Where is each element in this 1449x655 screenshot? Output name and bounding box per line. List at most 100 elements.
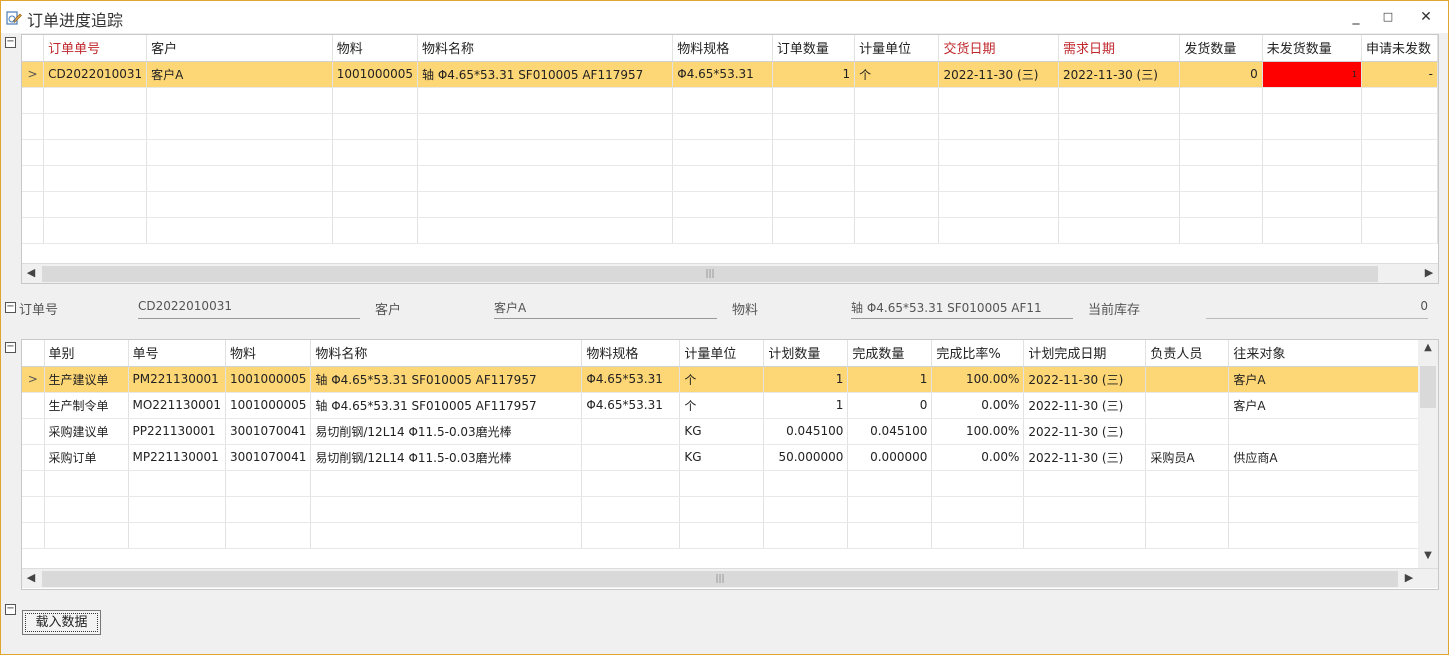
spec-cell[interactable] — [581, 418, 681, 445]
plan-date-cell[interactable]: 2022-11-30 (三) — [1023, 418, 1147, 445]
material-cell[interactable]: 1001000005 — [225, 366, 312, 393]
scroll-thumb[interactable]: ||| — [42, 266, 1378, 282]
material-cell[interactable]: 3001070041 — [225, 418, 312, 445]
spec-cell[interactable]: Φ4.65*53.31 — [581, 366, 681, 393]
plan-date-cell[interactable]: 2022-11-30 (三) — [1023, 392, 1147, 419]
table-row[interactable]: 采购订单 MP221130001 3001070041 易切削钢/12L14 Φ… — [22, 444, 1426, 471]
no-cell[interactable]: PP221130001 — [128, 418, 227, 445]
column-header[interactable]: 未发货数量 — [1262, 35, 1362, 62]
plan-qty-cell[interactable]: 1 — [763, 366, 849, 393]
plan-date-cell[interactable]: 2022-11-30 (三) — [1023, 366, 1147, 393]
plan-qty-cell[interactable]: 1 — [763, 392, 849, 419]
unit-cell[interactable]: KG — [679, 418, 765, 445]
unit-cell[interactable]: 个 — [854, 61, 940, 88]
owner-cell[interactable] — [1145, 392, 1230, 419]
material-name-cell[interactable]: 易切削钢/12L14 Φ11.5-0.03磨光棒 — [310, 418, 583, 445]
scroll-down-icon[interactable]: ▼ — [1420, 550, 1436, 561]
column-header[interactable]: 完成数量 — [847, 340, 933, 367]
scroll-left-icon[interactable]: ◀ — [24, 571, 38, 584]
column-header[interactable]: 物料规格 — [672, 35, 773, 62]
type-cell[interactable]: 采购订单 — [44, 444, 129, 471]
stock-field[interactable]: 0 — [1206, 297, 1428, 319]
ratio-cell[interactable]: 100.00% — [931, 366, 1025, 393]
column-header[interactable]: 物料 — [332, 35, 419, 62]
qty-cell[interactable]: 1 — [772, 61, 856, 88]
customer-field[interactable]: 客户A — [494, 297, 717, 319]
spec-cell[interactable]: Φ4.65*53.31 — [581, 392, 681, 419]
scroll-right-icon[interactable]: ▶ — [1402, 571, 1416, 584]
progress-vscrollbar[interactable]: ▲ ▼ — [1418, 340, 1438, 568]
type-cell[interactable]: 生产制令单 — [44, 392, 129, 419]
column-header[interactable]: 客户 — [146, 35, 333, 62]
column-header[interactable]: 单别 — [44, 340, 129, 367]
minus-box-icon[interactable]: − — [5, 37, 16, 48]
done-qty-cell[interactable]: 1 — [847, 366, 933, 393]
demand-date-cell[interactable]: 2022-11-30 (三) — [1058, 61, 1181, 88]
table-row[interactable]: 生产制令单 MO221130001 1001000005 轴 Φ4.65*53.… — [22, 392, 1426, 419]
column-header[interactable]: 完成比率% — [931, 340, 1025, 367]
material-name-cell[interactable]: 易切削钢/12L14 Φ11.5-0.03磨光棒 — [310, 444, 583, 471]
load-data-button[interactable]: 载入数据 — [22, 610, 101, 635]
partner-cell[interactable]: 供应商A — [1228, 444, 1426, 471]
partner-cell[interactable]: 客户A — [1228, 392, 1426, 419]
ratio-cell[interactable]: 0.00% — [931, 444, 1025, 471]
scroll-up-icon[interactable]: ▲ — [1420, 342, 1436, 353]
unshipped-cell[interactable]: 1 — [1262, 61, 1362, 88]
progress-hscrollbar[interactable]: ◀ ||| ▶ — [22, 568, 1438, 588]
partner-cell[interactable]: 客户A — [1228, 366, 1426, 393]
table-row[interactable]: 采购建议单 PP221130001 3001070041 易切削钢/12L14 … — [22, 418, 1426, 445]
minus-box-icon[interactable]: − — [5, 302, 16, 313]
column-header[interactable]: 往来对象 — [1228, 340, 1426, 367]
partner-cell[interactable] — [1228, 418, 1426, 445]
spec-cell[interactable] — [581, 444, 681, 471]
minus-box-icon[interactable]: − — [5, 604, 16, 615]
done-qty-cell[interactable]: 0.045100 — [847, 418, 933, 445]
column-header[interactable]: 物料规格 — [581, 340, 681, 367]
material-name-cell[interactable]: 轴 Φ4.65*53.31 SF010005 AF117957 — [310, 392, 583, 419]
close-button[interactable]: ✕ — [1411, 5, 1441, 29]
column-header[interactable]: 物料名称 — [310, 340, 583, 367]
owner-cell[interactable]: 采购员A — [1145, 444, 1230, 471]
column-header[interactable]: 物料名称 — [417, 35, 674, 62]
column-header[interactable]: 计划数量 — [763, 340, 849, 367]
minimize-button[interactable]: _ — [1341, 5, 1371, 29]
no-cell[interactable]: MO221130001 — [128, 392, 227, 419]
material-name-cell[interactable]: 轴 Φ4.65*53.31 SF010005 AF117957 — [417, 61, 674, 88]
table-row[interactable]: > CD2022010031 客户A 1001000005 轴 Φ4.65*53… — [22, 61, 1438, 88]
scroll-right-icon[interactable]: ▶ — [1422, 266, 1436, 279]
scroll-thumb[interactable] — [1420, 366, 1436, 408]
column-header[interactable]: 订单单号 — [43, 35, 148, 62]
type-cell[interactable]: 生产建议单 — [44, 366, 129, 393]
apply-unshipped-cell[interactable]: - — [1361, 61, 1438, 88]
column-header[interactable]: 申请未发数 — [1361, 35, 1438, 62]
unit-cell[interactable]: 个 — [679, 366, 765, 393]
material-cell[interactable]: 1001000005 — [332, 61, 419, 88]
material-field[interactable]: 轴 Φ4.65*53.31 SF010005 AF11 — [851, 297, 1073, 319]
scroll-thumb[interactable]: ||| — [42, 571, 1398, 587]
column-header[interactable]: 计划完成日期 — [1023, 340, 1147, 367]
plan-qty-cell[interactable]: 0.045100 — [763, 418, 849, 445]
spec-cell[interactable]: Φ4.65*53.31 — [672, 61, 773, 88]
unit-cell[interactable]: 个 — [679, 392, 765, 419]
minus-box-icon[interactable]: − — [5, 342, 16, 353]
plan-date-cell[interactable]: 2022-11-30 (三) — [1023, 444, 1147, 471]
column-header[interactable]: 单号 — [128, 340, 227, 367]
column-header[interactable]: 发货数量 — [1179, 35, 1263, 62]
column-header[interactable]: 交货日期 — [938, 35, 1059, 62]
orders-hscrollbar[interactable]: ◀ ||| ▶ — [22, 263, 1438, 283]
table-row[interactable]: > 生产建议单 PM221130001 1001000005 轴 Φ4.65*5… — [22, 366, 1426, 393]
scroll-left-icon[interactable]: ◀ — [24, 266, 38, 279]
no-cell[interactable]: PM221130001 — [128, 366, 227, 393]
owner-cell[interactable] — [1145, 418, 1230, 445]
column-header[interactable]: 负责人员 — [1145, 340, 1230, 367]
plan-qty-cell[interactable]: 50.000000 — [763, 444, 849, 471]
column-header[interactable]: 物料 — [225, 340, 312, 367]
type-cell[interactable]: 采购建议单 — [44, 418, 129, 445]
column-header[interactable]: 计量单位 — [679, 340, 765, 367]
done-qty-cell[interactable]: 0 — [847, 392, 933, 419]
column-header[interactable]: 需求日期 — [1058, 35, 1181, 62]
no-cell[interactable]: MP221130001 — [128, 444, 227, 471]
ratio-cell[interactable]: 0.00% — [931, 392, 1025, 419]
ratio-cell[interactable]: 100.00% — [931, 418, 1025, 445]
owner-cell[interactable] — [1145, 366, 1230, 393]
